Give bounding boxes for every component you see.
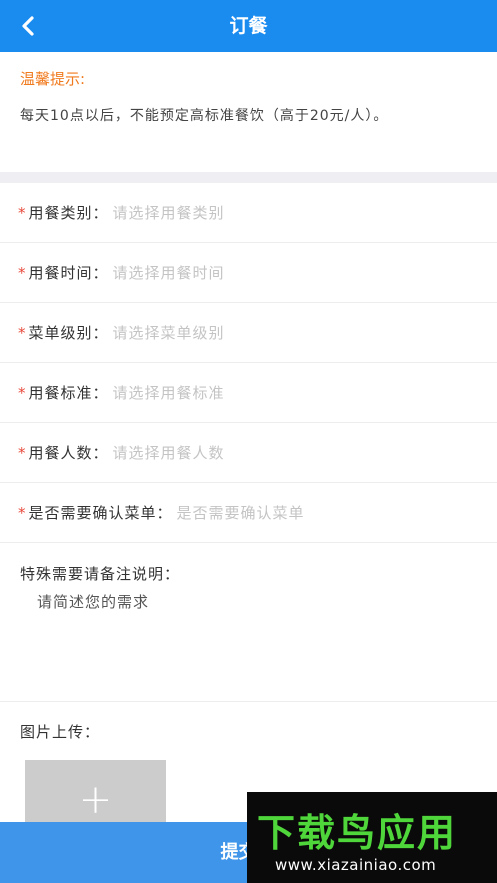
required-mark: *: [18, 263, 27, 282]
confirm-menu-field[interactable]: * 是否需要确认菜单： 是否需要确认菜单: [0, 483, 497, 543]
remark-label: 特殊需要请备注说明：: [20, 565, 181, 583]
field-label: 用餐标准：: [28, 384, 109, 402]
meal-standard-field[interactable]: * 用餐标准： 请选择用餐标准: [0, 363, 497, 423]
meal-type-field[interactable]: * 用餐类别： 请选择用餐类别: [0, 183, 497, 243]
field-label: 用餐类别：: [28, 204, 109, 222]
upload-section: 图片上传： +: [0, 703, 497, 840]
required-mark: *: [18, 503, 27, 522]
confirm-menu-select[interactable]: 是否需要确认菜单: [177, 502, 305, 523]
required-mark: *: [18, 383, 27, 402]
required-mark: *: [18, 203, 27, 222]
field-label: 菜单级别：: [28, 324, 109, 342]
menu-level-select[interactable]: 请选择菜单级别: [113, 322, 225, 343]
field-label: 用餐时间：: [28, 264, 109, 282]
watermark-brand: 下载鸟应用: [257, 811, 458, 855]
notice-text: 每天10点以后，不能预定高标准餐饮（高于20元/人）。: [20, 108, 389, 124]
section-divider: [0, 172, 497, 183]
remark-section: 特殊需要请备注说明：: [0, 543, 497, 702]
menu-level-field[interactable]: * 菜单级别： 请选择菜单级别: [0, 303, 497, 363]
page-title: 订餐: [229, 15, 268, 37]
watermark-url: www.xiazainiao.com: [275, 856, 437, 874]
plus-icon: +: [78, 777, 113, 823]
field-label: 是否需要确认菜单：: [28, 504, 173, 522]
remark-textarea[interactable]: [37, 591, 477, 681]
meal-time-field[interactable]: * 用餐时间： 请选择用餐时间: [0, 243, 497, 303]
order-form: * 用餐类别： 请选择用餐类别 * 用餐时间： 请选择用餐时间 * 菜单级别： …: [0, 183, 497, 543]
app-header: 订餐: [0, 0, 497, 52]
field-label: 用餐人数：: [28, 444, 109, 462]
meal-time-select[interactable]: 请选择用餐时间: [113, 262, 225, 283]
watermark-logo: 下载鸟应用 www.xiazainiao.com: [247, 792, 497, 883]
required-mark: *: [18, 323, 27, 342]
upload-label: 图片上传：: [20, 723, 101, 741]
notice-title: 温馨提示:: [20, 70, 86, 88]
diner-count-select[interactable]: 请选择用餐人数: [113, 442, 225, 463]
meal-standard-select[interactable]: 请选择用餐标准: [113, 382, 225, 403]
diner-count-field[interactable]: * 用餐人数： 请选择用餐人数: [0, 423, 497, 483]
notice-panel: 温馨提示: 每天10点以后，不能预定高标准餐饮（高于20元/人）。: [0, 52, 497, 172]
required-mark: *: [18, 443, 27, 462]
meal-type-select[interactable]: 请选择用餐类别: [113, 202, 225, 223]
